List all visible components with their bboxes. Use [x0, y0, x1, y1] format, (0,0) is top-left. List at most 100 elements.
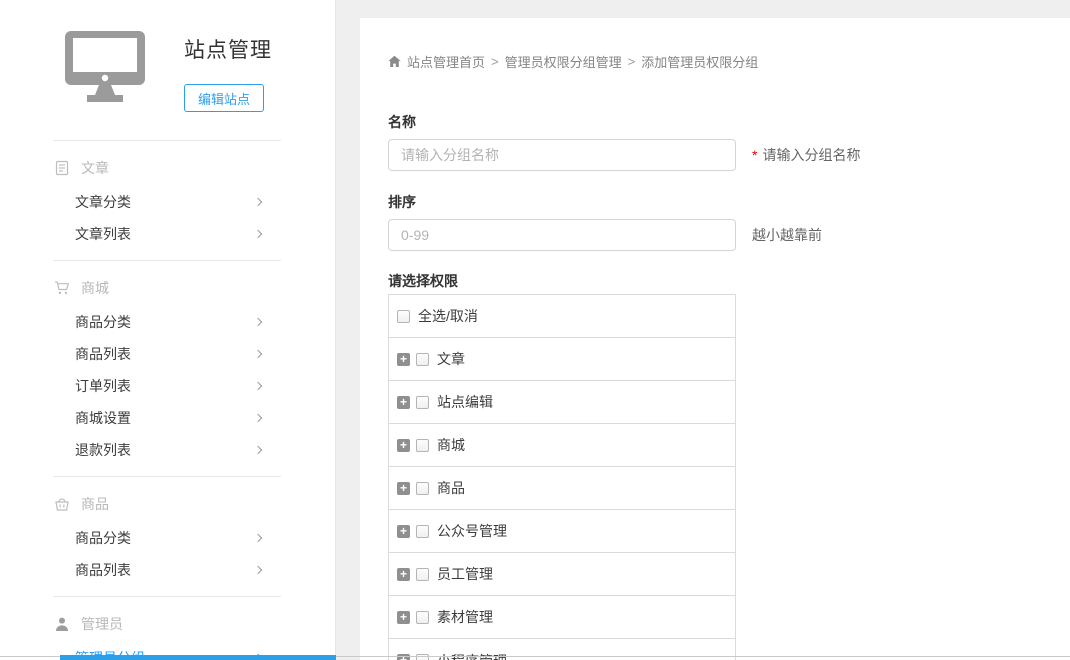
- sidebar: 站点管理 编辑站点 文章 文章分类 文章列表: [0, 0, 336, 660]
- chevron-right-icon: [254, 414, 262, 422]
- permissions-label: 请选择权限: [388, 272, 1070, 290]
- menu-item-label: 商品列表: [75, 560, 131, 580]
- chevron-right-icon: [254, 382, 262, 390]
- checkbox[interactable]: [416, 525, 429, 538]
- permission-row-site-edit: 站点编辑: [389, 381, 735, 424]
- permission-label: 全选/取消: [418, 306, 478, 326]
- permission-row-products: 商品: [389, 467, 735, 510]
- sidebar-item-article-category[interactable]: 文章分类: [0, 186, 335, 218]
- menu-item-label: 订单列表: [75, 376, 131, 396]
- permission-row-official-account: 公众号管理: [389, 510, 735, 553]
- chevron-right-icon: [254, 446, 262, 454]
- section-label: 文章: [81, 158, 109, 178]
- breadcrumb-home[interactable]: 站点管理首页: [407, 52, 485, 71]
- breadcrumb-current: 添加管理员权限分组: [641, 52, 758, 71]
- menu-item-label: 文章列表: [75, 224, 131, 244]
- expand-plus-icon[interactable]: [397, 611, 410, 624]
- menu-item-label: 退款列表: [75, 440, 131, 460]
- menu-item-label: 文章分类: [75, 192, 131, 212]
- breadcrumb-separator: >: [628, 54, 636, 69]
- chevron-right-icon: [254, 318, 262, 326]
- name-hint: * 请输入分组名称: [752, 145, 860, 165]
- permission-label: 站点编辑: [437, 392, 493, 412]
- breadcrumb-group-management[interactable]: 管理员权限分组管理: [505, 52, 622, 71]
- sidebar-item-article-list[interactable]: 文章列表: [0, 218, 335, 250]
- sidebar-item-goods-category[interactable]: 商品分类: [0, 306, 335, 338]
- sidebar-item-product-category[interactable]: 商品分类: [0, 522, 335, 554]
- permission-row-staff: 员工管理: [389, 553, 735, 596]
- sort-order-input[interactable]: [388, 219, 736, 251]
- menu-item-label: 商品分类: [75, 312, 131, 332]
- section-label: 商品: [81, 494, 109, 514]
- name-hint-text: 请输入分组名称: [762, 147, 860, 163]
- sidebar-item-product-list[interactable]: 商品列表: [0, 554, 335, 586]
- permission-row-materials: 素材管理: [389, 596, 735, 639]
- basket-icon: [54, 496, 70, 512]
- sidebar-next-item-highlight: [60, 655, 336, 660]
- chevron-right-icon: [254, 566, 262, 574]
- sidebar-section-mall: 商城: [0, 278, 335, 298]
- sidebar-section-products: 商品: [0, 494, 335, 514]
- section-label: 商城: [81, 278, 109, 298]
- group-name-input[interactable]: [388, 139, 736, 171]
- menu-mall: 商品分类 商品列表 订单列表 商城设置 退款列表: [0, 306, 335, 466]
- checkbox[interactable]: [397, 310, 410, 323]
- sidebar-section-admin: 管理员: [0, 614, 335, 634]
- checkbox[interactable]: [416, 654, 429, 660]
- expand-plus-icon[interactable]: [397, 439, 410, 452]
- expand-plus-icon[interactable]: [397, 353, 410, 366]
- permission-row-articles: 文章: [389, 338, 735, 381]
- sidebar-section-articles: 文章: [0, 158, 335, 178]
- permission-label: 公众号管理: [437, 521, 507, 541]
- breadcrumb: 站点管理首页 > 管理员权限分组管理 > 添加管理员权限分组: [388, 52, 1070, 70]
- checkbox[interactable]: [416, 353, 429, 366]
- expand-plus-icon[interactable]: [397, 482, 410, 495]
- sidebar-item-mall-settings[interactable]: 商城设置: [0, 402, 335, 434]
- expand-plus-icon[interactable]: [397, 525, 410, 538]
- permissions-table: 全选/取消 文章 站点编辑 商城 商品 公众号管理: [388, 294, 736, 660]
- menu-articles: 文章分类 文章列表: [0, 186, 335, 250]
- menu-item-label: 商品列表: [75, 344, 131, 364]
- permission-label: 商品: [437, 478, 465, 498]
- checkbox[interactable]: [416, 611, 429, 624]
- expand-plus-icon[interactable]: [397, 654, 410, 660]
- required-asterisk: *: [752, 147, 757, 163]
- person-icon: [54, 616, 70, 632]
- sort-hint: 越小越靠前: [752, 225, 822, 245]
- sidebar-item-goods-list[interactable]: 商品列表: [0, 338, 335, 370]
- chevron-right-icon: [254, 230, 262, 238]
- checkbox[interactable]: [416, 568, 429, 581]
- permission-label: 文章: [437, 349, 465, 369]
- name-label: 名称: [388, 113, 1070, 131]
- edit-site-button[interactable]: 编辑站点: [184, 84, 264, 112]
- expand-plus-icon[interactable]: [397, 568, 410, 581]
- menu-products: 商品分类 商品列表: [0, 522, 335, 586]
- permission-label: 员工管理: [437, 564, 493, 584]
- sort-field-row: 越小越靠前: [388, 219, 1070, 251]
- checkbox[interactable]: [416, 396, 429, 409]
- permission-label: 商城: [437, 435, 465, 455]
- permission-row-select-all: 全选/取消: [389, 295, 735, 338]
- checkbox[interactable]: [416, 482, 429, 495]
- main-panel: 站点管理首页 > 管理员权限分组管理 > 添加管理员权限分组 名称 * 请输入分组…: [360, 18, 1070, 660]
- expand-plus-icon[interactable]: [397, 396, 410, 409]
- divider: [53, 260, 281, 261]
- article-icon: [54, 160, 70, 176]
- menu-item-label: 商品分类: [75, 528, 131, 548]
- permission-label: 素材管理: [437, 607, 493, 627]
- sort-label: 排序: [388, 193, 1070, 211]
- menu-item-label: 商城设置: [75, 408, 131, 428]
- chevron-right-icon: [254, 534, 262, 542]
- home-icon: [388, 55, 401, 68]
- divider: [53, 140, 281, 141]
- sidebar-header: 站点管理 编辑站点: [0, 0, 335, 112]
- section-label: 管理员: [81, 614, 123, 634]
- sidebar-item-order-list[interactable]: 订单列表: [0, 370, 335, 402]
- cart-icon: [54, 280, 70, 296]
- site-title: 站点管理: [184, 34, 272, 64]
- divider: [53, 476, 281, 477]
- permission-row-mall: 商城: [389, 424, 735, 467]
- checkbox[interactable]: [416, 439, 429, 452]
- sidebar-item-refund-list[interactable]: 退款列表: [0, 434, 335, 466]
- chevron-right-icon: [254, 350, 262, 358]
